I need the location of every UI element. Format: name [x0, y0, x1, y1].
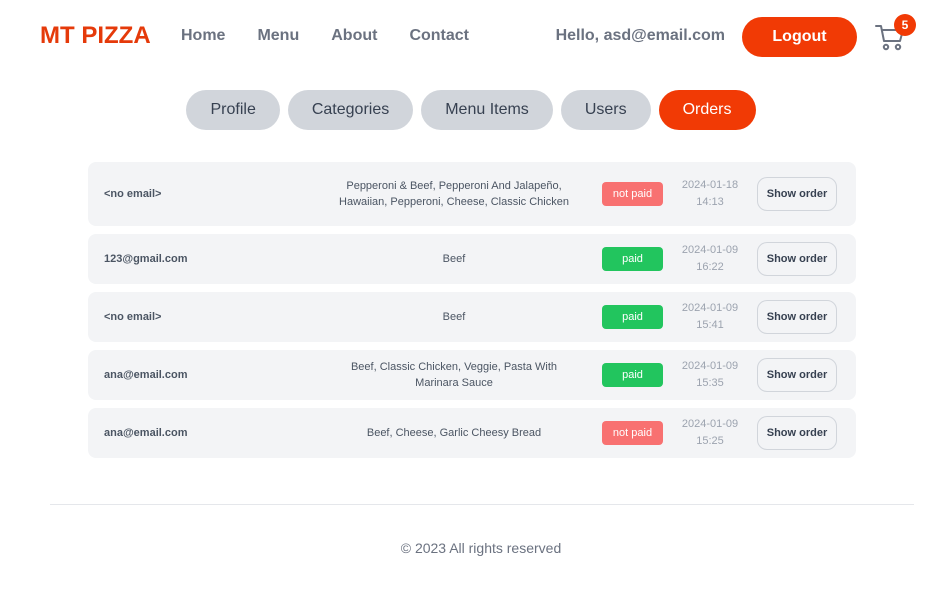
site-header: MT PIZZA Home Menu About Contact Hello, …	[0, 0, 942, 74]
order-datetime: 2024-01-09 15:35	[663, 358, 757, 392]
status-badge: not paid	[602, 421, 663, 445]
nav-menu-link[interactable]: Menu	[257, 27, 299, 45]
show-order-button[interactable]: Show order	[757, 177, 837, 211]
status-badge: paid	[602, 247, 663, 271]
status-badge: paid	[602, 305, 663, 329]
order-items: Beef	[442, 253, 466, 265]
show-order-button[interactable]: Show order	[757, 358, 837, 392]
cart-count-badge: 5	[894, 14, 916, 36]
order-time: 15:41	[696, 319, 724, 331]
order-items: Beef	[442, 311, 466, 323]
footer-divider	[50, 504, 914, 505]
order-row: <no email> Pepperoni & Beef, Pepperoni A…	[88, 162, 856, 226]
show-order-button[interactable]: Show order	[757, 300, 837, 334]
footer-copyright: © 2023 All rights reserved	[400, 540, 562, 556]
order-date: 2024-01-09	[681, 244, 739, 256]
order-row: ana@email.com Beef, Classic Chicken, Veg…	[88, 350, 856, 400]
nav-about-link[interactable]: About	[331, 27, 377, 45]
order-time: 15:25	[696, 435, 724, 447]
order-items: Beef, Cheese, Garlic Cheesy Bread	[366, 427, 542, 439]
order-date: 2024-01-09	[681, 418, 739, 430]
order-time: 16:22	[696, 261, 724, 273]
order-row: 123@gmail.com Beef paid 2024-01-09 16:22 …	[88, 234, 856, 284]
logo[interactable]: MT PIZZA	[40, 22, 151, 50]
order-date: 2024-01-18	[681, 179, 739, 191]
order-date: 2024-01-09	[681, 302, 739, 314]
order-date: 2024-01-09	[681, 360, 739, 372]
status-badge: paid	[602, 363, 663, 387]
logout-button[interactable]: Logout	[742, 17, 857, 57]
nav-home-link[interactable]: Home	[181, 27, 225, 45]
order-row: ana@email.com Beef, Cheese, Garlic Chees…	[88, 408, 856, 458]
user-greeting: Hello, asd@email.com	[555, 27, 725, 44]
tab-orders[interactable]: Orders	[658, 90, 756, 130]
order-time: 14:13	[696, 196, 724, 208]
order-time: 15:35	[696, 377, 724, 389]
order-datetime: 2024-01-09 16:22	[663, 242, 757, 276]
tab-profile[interactable]: Profile	[186, 90, 280, 130]
order-email: ana@email.com	[104, 427, 188, 439]
main-nav: Home Menu About Contact	[181, 27, 469, 45]
order-datetime: 2024-01-09 15:25	[663, 416, 757, 450]
order-datetime: 2024-01-18 14:13	[663, 177, 757, 211]
order-items: Beef, Classic Chicken, Veggie, Pasta Wit…	[350, 361, 558, 389]
status-badge: not paid	[602, 182, 663, 206]
order-items: Pepperoni & Beef, Pepperoni And Jalapeño…	[339, 180, 569, 208]
order-email: 123@gmail.com	[104, 253, 188, 265]
nav-contact-link[interactable]: Contact	[409, 27, 469, 45]
show-order-button[interactable]: Show order	[757, 416, 837, 450]
order-email: <no email>	[104, 311, 162, 323]
tab-categories[interactable]: Categories	[287, 90, 414, 130]
order-row: <no email> Beef paid 2024-01-09 15:41 Sho…	[88, 292, 856, 342]
tab-users[interactable]: Users	[560, 90, 651, 130]
show-order-button[interactable]: Show order	[757, 242, 837, 276]
order-email: ana@email.com	[104, 369, 188, 381]
orders-list: <no email> Pepperoni & Beef, Pepperoni A…	[88, 162, 856, 466]
order-email: <no email>	[104, 188, 162, 200]
tab-menu-items[interactable]: Menu Items	[421, 90, 553, 130]
admin-tabs: Profile Categories Menu Items Users Orde…	[0, 90, 942, 130]
order-datetime: 2024-01-09 15:41	[663, 300, 757, 334]
